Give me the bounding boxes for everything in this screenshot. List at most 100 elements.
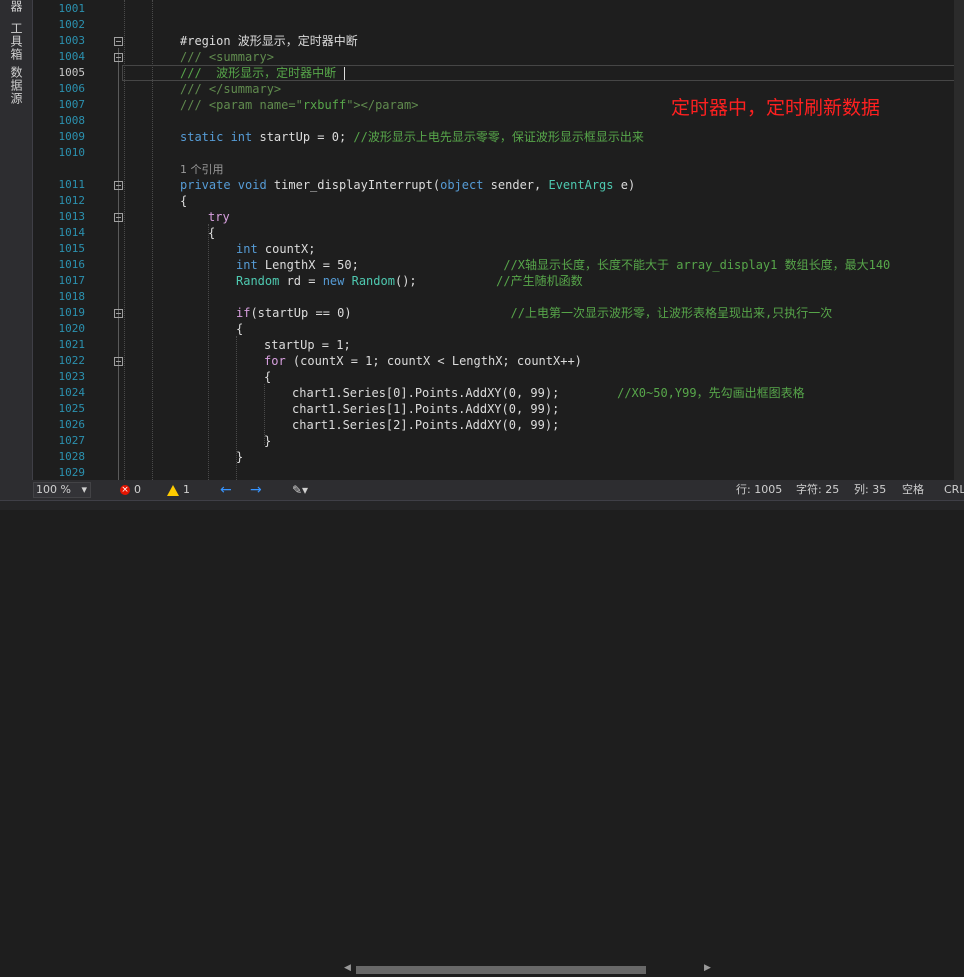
indent-mode[interactable]: 空格 <box>902 480 924 500</box>
side-tab-toolbox[interactable]: 工具箱 <box>6 22 26 61</box>
code-line: startUp = 1; <box>264 337 351 353</box>
code-token: (startUp == 0) <box>250 306 511 320</box>
line-number[interactable]: 1013 <box>33 209 86 225</box>
warning-count[interactable]: 1 <box>167 480 190 500</box>
code-line: static int startUp = 0; //波形显示上电先显示零零，保证… <box>180 129 644 145</box>
code-line: Random rd = new Random(); //产生随机函数 <box>236 273 583 289</box>
line-number[interactable]: 1008 <box>33 113 86 129</box>
line-number[interactable]: 1018 <box>33 289 86 305</box>
code-token: EventArgs <box>548 178 621 192</box>
code-token: sender, <box>490 178 549 192</box>
code-token: #region 波形显示，定时器中断 <box>180 34 358 48</box>
error-icon: × <box>120 485 130 495</box>
code-token: int <box>236 242 265 256</box>
line-number[interactable]: 1011 <box>33 177 86 193</box>
fold-toggle-icon[interactable] <box>114 357 123 366</box>
code-token: if <box>236 306 251 320</box>
code-token: //X0~50,Y99，先勾画出框图表格 <box>617 386 805 400</box>
side-tab-datasource[interactable]: 数据源 <box>6 66 26 105</box>
line-number[interactable]: 1021 <box>33 337 86 353</box>
navigate-forward-icon[interactable]: → <box>250 480 262 500</box>
chevron-down-icon: ▾ <box>81 483 87 496</box>
code-token: } <box>236 450 244 464</box>
scroll-left-icon[interactable]: ◀ <box>344 963 351 973</box>
code-line: /// <summary> <box>180 49 274 65</box>
code-token: /// <box>180 82 209 96</box>
line-number[interactable]: 1019 <box>33 305 86 321</box>
line-number[interactable]: 1027 <box>33 433 86 449</box>
line-number[interactable]: 1006 <box>33 81 86 97</box>
fold-toggle-icon[interactable] <box>114 181 123 190</box>
reference-count-lens[interactable]: 1 个引用 <box>180 161 224 177</box>
code-editor[interactable]: 1001 1002 1003 #region 波形显示，定时器中断 1004 /// <s… <box>33 0 964 480</box>
line-number[interactable]: 1023 <box>33 369 86 385</box>
line-number[interactable]: 1009 <box>33 129 86 145</box>
fold-toggle-icon[interactable] <box>114 309 123 318</box>
code-token: startUp = 1; <box>264 338 351 352</box>
line-number[interactable]: 1022 <box>33 353 86 369</box>
code-token: private void <box>180 178 274 192</box>
line-number[interactable]: 1004 <box>33 49 86 65</box>
code-token: rxbuff <box>302 98 347 112</box>
fold-toggle-icon[interactable] <box>114 213 123 222</box>
line-number[interactable]: 1002 <box>33 17 86 33</box>
zoom-select[interactable]: 100 % ▾ <box>33 482 91 498</box>
scroll-right-icon[interactable]: ▶ <box>704 963 711 973</box>
code-token: countX; <box>264 242 316 256</box>
code-line: int LengthX = 50; //X轴显示长度，长度不能大于 array_… <box>236 257 890 273</box>
code-line: /// <param name="rxbuff"></param> <box>180 97 418 113</box>
line-number[interactable]: 1015 <box>33 241 86 257</box>
code-token: new <box>322 274 352 288</box>
code-token: rd = <box>286 274 323 288</box>
warning-count-value: 1 <box>183 483 190 496</box>
code-token: int <box>236 258 265 272</box>
code-token: } <box>264 434 272 448</box>
code-token: { <box>236 322 244 336</box>
code-line: try <box>208 209 230 225</box>
line-number[interactable]: 1016 <box>33 257 86 273</box>
code-token: Random <box>351 274 395 288</box>
code-token: <summary> <box>208 50 274 64</box>
horizontal-scrollbar[interactable]: ◀ ▶ <box>344 963 714 977</box>
line-number[interactable]: 1029 <box>33 465 86 480</box>
zoom-value: 100 % <box>36 483 71 496</box>
error-count[interactable]: × 0 <box>120 480 141 500</box>
status-bar: 100 % ▾ × 0 1 ← → ✎▾ ◀ ▶ 行: 1005 字符: 25 列:… <box>0 480 964 974</box>
line-number[interactable]: 1024 <box>33 385 86 401</box>
code-token: /// <box>180 50 209 64</box>
text-caret <box>344 67 346 80</box>
line-number[interactable]: 1026 <box>33 417 86 433</box>
code-token: static int <box>180 130 260 144</box>
line-number[interactable]: 1007 <box>33 97 86 113</box>
line-number[interactable]: 1025 <box>33 401 86 417</box>
navigate-back-icon[interactable]: ← <box>220 480 232 500</box>
code-token: <param name=" <box>208 98 303 112</box>
error-count-value: 0 <box>134 483 141 496</box>
code-line: { <box>236 321 243 337</box>
line-number[interactable]: 1012 <box>33 193 86 209</box>
line-number[interactable]: 1003 <box>33 33 86 49</box>
code-line: chart1.Series[0].Points.AddXY(0, 99); //… <box>292 385 805 401</box>
cursor-col: 列: 35 <box>854 483 887 496</box>
brush-icon[interactable]: ✎▾ <box>292 480 308 500</box>
warning-icon <box>167 484 179 496</box>
line-number[interactable]: 1010 <box>33 145 86 161</box>
line-number[interactable]: 1014 <box>33 225 86 241</box>
code-token: chart1.Series[1].Points.AddXY(0, 99); <box>292 402 560 416</box>
code-line: chart1.Series[1].Points.AddXY(0, 99); <box>292 401 559 417</box>
line-ending[interactable]: CRL <box>944 480 964 500</box>
fold-line <box>118 48 119 480</box>
code-line: { <box>264 369 271 385</box>
side-tab-partial[interactable]: 器 <box>6 0 26 13</box>
vertical-scrollbar[interactable] <box>954 0 964 480</box>
line-number[interactable]: 1020 <box>33 321 86 337</box>
line-number[interactable]: 1017 <box>33 273 86 289</box>
scroll-thumb[interactable] <box>356 966 646 974</box>
line-number[interactable]: 1005 <box>33 65 86 81</box>
fold-toggle-icon[interactable] <box>114 37 123 46</box>
line-number[interactable]: 1001 <box>33 1 86 17</box>
line-number[interactable]: 1028 <box>33 449 86 465</box>
fold-toggle-icon[interactable] <box>114 53 123 62</box>
code-token: </summary> <box>208 82 282 96</box>
cursor-line: 行: 1005 <box>736 483 783 496</box>
